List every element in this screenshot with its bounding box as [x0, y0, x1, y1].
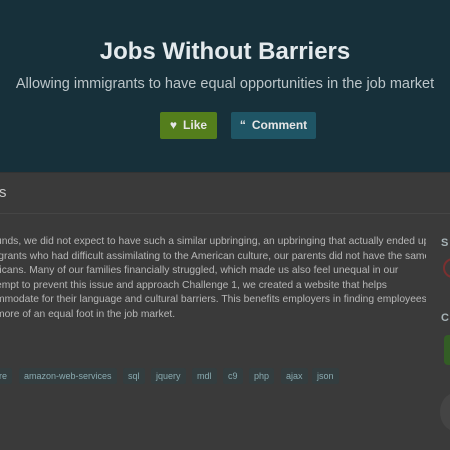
- description-line: ricans. Many of our families financially…: [0, 265, 399, 276]
- sidebar-heading-2: C: [441, 312, 449, 324]
- like-button[interactable]: ♥ Like: [160, 112, 217, 139]
- tag[interactable]: c9: [223, 368, 243, 384]
- tag[interactable]: ajax: [281, 368, 308, 384]
- comment-button[interactable]: “ Comment: [231, 112, 316, 139]
- tag[interactable]: re: [0, 368, 13, 384]
- tag[interactable]: php: [249, 368, 275, 384]
- section-header: [0, 173, 450, 214]
- project-title: Jobs Without Barriers: [99, 38, 351, 65]
- comment-label: Comment: [251, 118, 308, 132]
- sidebar-avatar[interactable]: [440, 393, 450, 431]
- tag[interactable]: mdl: [192, 368, 217, 384]
- hero-banner: Jobs Without Barriers Allowing immigrant…: [0, 0, 450, 172]
- description-line: more of an equal foot in the job market.: [0, 308, 176, 320]
- sidebar-badge[interactable]: [443, 258, 450, 278]
- description-line: empt to prevent this issue and approach …: [0, 279, 387, 291]
- tag[interactable]: sql: [123, 368, 145, 384]
- heart-icon: ♥: [169, 118, 178, 132]
- tag[interactable]: amazon-web-services: [19, 368, 117, 384]
- description-line: igrants who had difficult assimilating t…: [0, 250, 426, 262]
- sidebar-heading-1: S: [441, 237, 449, 249]
- description-line: mmodate for their language and cultural …: [0, 294, 426, 305]
- tag[interactable]: jquery: [151, 368, 186, 384]
- sidebar-green-block[interactable]: [444, 335, 450, 365]
- like-label: Like: [183, 118, 208, 132]
- quote-icon: “: [239, 118, 246, 132]
- project-description: unds, we did not expect to have such a s…: [0, 235, 426, 322]
- section-heading: s: [0, 184, 7, 201]
- project-tagline: Allowing immigrants to have equal opport…: [15, 76, 435, 92]
- description-line: unds, we did not expect to have such a s…: [0, 236, 426, 247]
- tag[interactable]: json: [312, 368, 339, 384]
